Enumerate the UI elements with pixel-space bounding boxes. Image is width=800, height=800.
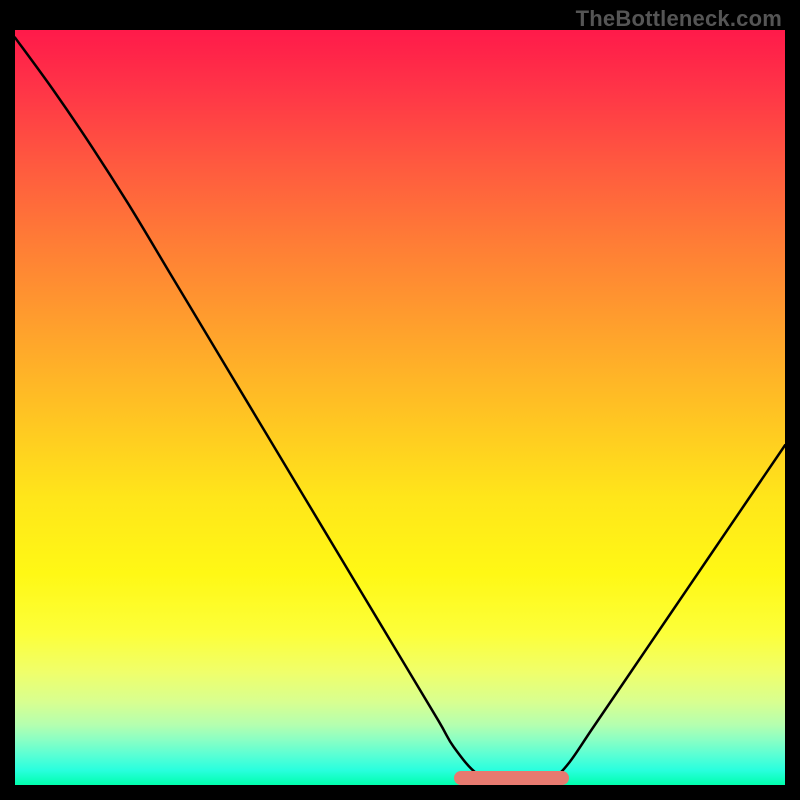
optimal-range-highlight [454, 771, 570, 785]
chart-container: TheBottleneck.com [0, 0, 800, 800]
bottleneck-curve [15, 30, 785, 785]
attribution-text: TheBottleneck.com [576, 6, 782, 32]
